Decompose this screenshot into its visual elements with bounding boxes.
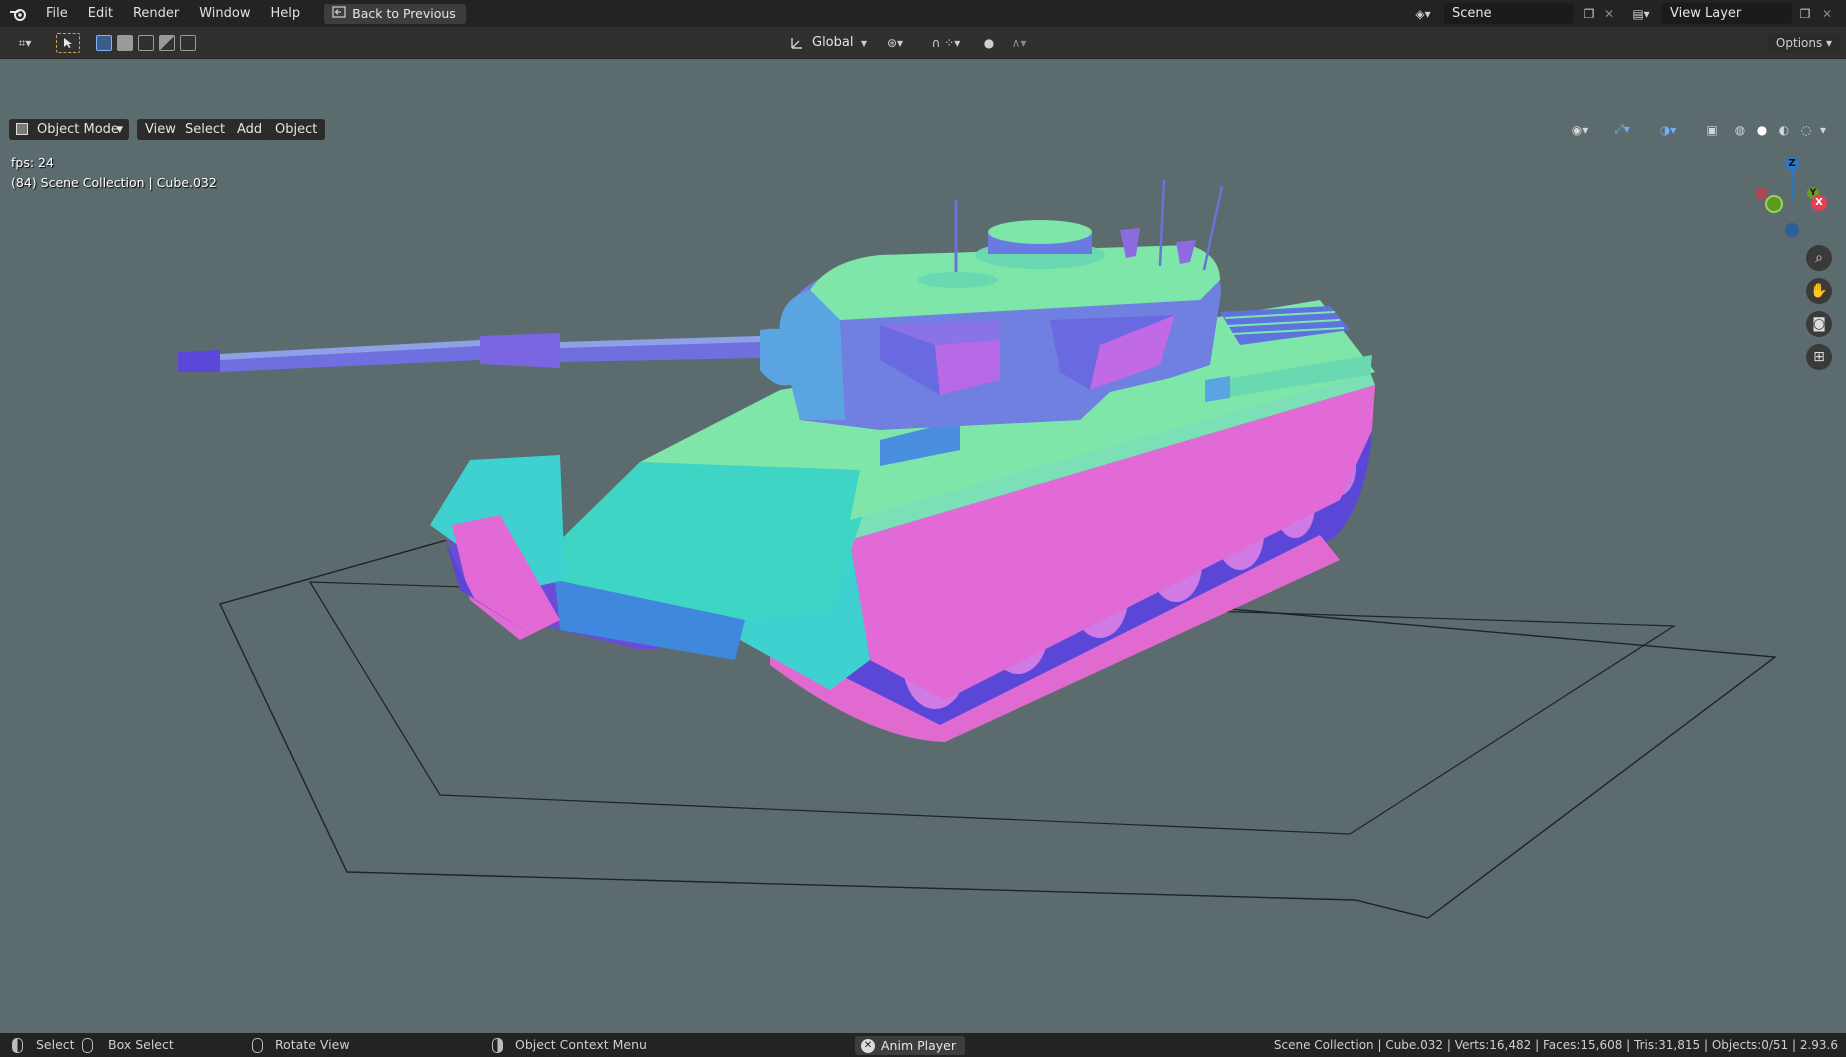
menu-edit[interactable]: Edit bbox=[78, 0, 123, 27]
back-button-label: Back to Previous bbox=[352, 6, 456, 21]
status-rotate-view: Rotate View bbox=[275, 1037, 350, 1052]
wireframe-shading-icon[interactable]: ◍ bbox=[1730, 120, 1750, 139]
select-subtract-icon[interactable] bbox=[138, 35, 154, 51]
options-label: Options bbox=[1775, 36, 1823, 50]
menu-window[interactable]: Window bbox=[189, 0, 260, 27]
new-scene-icon[interactable]: ❐ bbox=[1580, 5, 1598, 22]
gizmo-z-label: Z bbox=[1788, 158, 1796, 169]
close-circle-icon[interactable]: ✕ bbox=[861, 1038, 875, 1053]
mouse-left-icon bbox=[12, 1038, 23, 1053]
status-box-select: Box Select bbox=[108, 1037, 174, 1052]
pivot-point-icon[interactable]: ⊛▾ bbox=[880, 33, 910, 53]
select-menu[interactable]: Select bbox=[177, 119, 234, 140]
new-view-layer-icon[interactable]: ❐ bbox=[1796, 5, 1814, 22]
navigation-gizmo[interactable]: Z Y X bbox=[1745, 155, 1835, 245]
mantlet bbox=[760, 328, 800, 386]
back-arrow-icon bbox=[332, 6, 346, 21]
transform-orientation-icon[interactable] bbox=[788, 33, 806, 53]
scene-name: Scene bbox=[1452, 6, 1492, 21]
select-new-icon[interactable] bbox=[96, 35, 112, 51]
viewport-3d[interactable]: Object Mode ▾ View Select Add Object ◉▾ … bbox=[0, 59, 1846, 1033]
visibility-icon[interactable]: ◉▾ bbox=[1566, 120, 1594, 139]
select-tool-icon[interactable] bbox=[56, 33, 80, 53]
mouse-middle-icon bbox=[252, 1038, 263, 1053]
status-bar: Select Box Select Rotate View Object Con… bbox=[0, 1033, 1846, 1057]
chevron-down-icon: ▾ bbox=[116, 122, 123, 137]
back-to-previous-button[interactable]: Back to Previous bbox=[324, 3, 466, 24]
grid-icon[interactable]: ⊞ bbox=[1806, 344, 1832, 370]
shading-options-icon[interactable]: ▾ bbox=[1816, 120, 1830, 139]
xray-icon[interactable]: ▣ bbox=[1702, 120, 1722, 139]
gizmo-neg-z[interactable] bbox=[1785, 223, 1799, 237]
camera-icon[interactable]: ◙ bbox=[1806, 311, 1832, 337]
gizmo-neg-y[interactable] bbox=[1765, 195, 1783, 213]
menu-render[interactable]: Render bbox=[123, 0, 189, 27]
blender-logo-icon[interactable] bbox=[0, 0, 36, 27]
falloff-icon[interactable]: ∧▾ bbox=[1004, 33, 1034, 53]
status-select: Select bbox=[36, 1037, 75, 1052]
anim-player-label: Anim Player bbox=[881, 1038, 956, 1053]
remove-view-layer-icon[interactable]: ✕ bbox=[1818, 5, 1836, 22]
solid-shading-icon[interactable]: ● bbox=[1752, 120, 1772, 139]
fume-extractor bbox=[480, 333, 560, 368]
muzzle bbox=[178, 350, 220, 372]
hand-icon[interactable]: ✋ bbox=[1806, 278, 1832, 304]
scene-selector-icon[interactable]: ◈▾ bbox=[1414, 5, 1432, 22]
proportional-edit-icon[interactable]: ● bbox=[980, 33, 998, 53]
collection-info: (84) Scene Collection | Cube.032 bbox=[11, 175, 217, 190]
snap-icon[interactable]: ∩ ⁘▾ bbox=[918, 33, 974, 53]
transform-orientation-dropdown[interactable]: Global bbox=[812, 34, 853, 52]
scene-statistics: Scene Collection | Cube.032 | Verts:16,4… bbox=[1273, 1038, 1838, 1052]
menu-help[interactable]: Help bbox=[261, 0, 311, 27]
antenna-right bbox=[1202, 185, 1224, 271]
select-invert-icon[interactable] bbox=[159, 35, 175, 51]
mouse-drag-icon bbox=[82, 1038, 93, 1053]
select-intersect-icon[interactable] bbox=[180, 35, 196, 51]
object-mode-dropdown[interactable]: Object Mode ▾ bbox=[9, 119, 129, 140]
gizmo-x-label: X bbox=[1815, 197, 1823, 208]
menu-file[interactable]: File bbox=[36, 0, 78, 27]
view-layer-selector-icon[interactable]: ▤▾ bbox=[1632, 5, 1650, 22]
object-menu[interactable]: Object bbox=[267, 119, 326, 140]
rendered-shading-icon[interactable]: ◌ bbox=[1796, 120, 1816, 139]
add-menu[interactable]: Add bbox=[229, 119, 271, 140]
editor-type-icon[interactable]: ⌗▾ bbox=[10, 33, 40, 53]
anim-player-button[interactable]: ✕ Anim Player bbox=[855, 1036, 965, 1055]
view-layer-field[interactable]: View Layer bbox=[1662, 3, 1792, 24]
status-context-menu: Object Context Menu bbox=[515, 1037, 647, 1052]
options-dropdown[interactable]: Options ▾ bbox=[1768, 33, 1840, 53]
mouse-right-icon bbox=[492, 1038, 503, 1053]
gizmo-toggle-icon[interactable]: ⤢▾ bbox=[1606, 120, 1638, 139]
fps-readout: fps: 24 bbox=[11, 155, 54, 170]
object-mode-label: Object Mode bbox=[37, 122, 119, 137]
chevron-down-icon: ▾ bbox=[860, 36, 868, 50]
object-mode-icon bbox=[16, 123, 28, 135]
tool-header: ⌗▾ Global ▾ ⊛▾ ∩ ⁘▾ ● ∧▾ Options ▾ bbox=[0, 27, 1846, 59]
select-extend-icon[interactable] bbox=[117, 35, 133, 51]
viewport-scene[interactable] bbox=[0, 82, 1846, 1033]
view-layer-name: View Layer bbox=[1670, 6, 1742, 21]
overlays-icon[interactable]: ◑▾ bbox=[1652, 120, 1684, 139]
top-menu-bar: File Edit Render Window Help Back to Pre… bbox=[0, 0, 1846, 27]
remove-scene-icon[interactable]: ✕ bbox=[1600, 5, 1618, 22]
material-shading-icon[interactable]: ◐ bbox=[1774, 120, 1794, 139]
scene-name-field[interactable]: Scene bbox=[1444, 3, 1574, 24]
zoom-icon[interactable]: ⌕ bbox=[1806, 245, 1832, 271]
